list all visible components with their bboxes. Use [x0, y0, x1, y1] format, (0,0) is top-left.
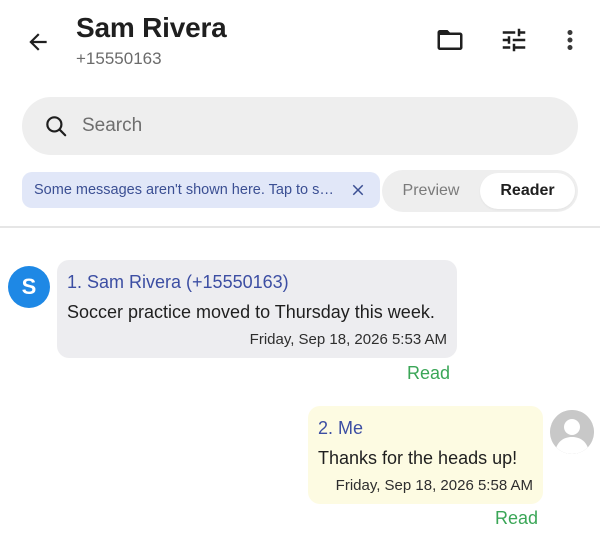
divider	[0, 226, 600, 228]
message-text: Soccer practice moved to Thursday this w…	[67, 302, 435, 322]
more-vert-icon	[567, 30, 573, 50]
contact-number: +15550163	[76, 49, 162, 68]
tab-reader[interactable]: Reader	[480, 173, 575, 209]
my-avatar[interactable]	[550, 410, 594, 454]
message-bubble-incoming[interactable]: 1. Sam Rivera (+15550163) Soccer practic…	[57, 260, 457, 358]
message-text: Thanks for the heads up!	[318, 448, 518, 468]
search-bar[interactable]	[22, 97, 578, 155]
message-timestamp: Friday, Sep 18, 2026 5:58 AM	[335, 477, 533, 494]
message-sender: 1. Sam Rivera (+15550163)	[67, 272, 289, 292]
banner-close-button[interactable]	[346, 178, 370, 202]
back-button[interactable]	[18, 22, 58, 62]
folder-icon	[437, 30, 463, 50]
avatar[interactable]: S	[8, 266, 50, 308]
contact-name: Sam Rivera	[76, 12, 227, 43]
close-icon	[352, 184, 364, 196]
folder-button[interactable]	[432, 22, 468, 58]
message-timestamp: Friday, Sep 18, 2026 5:53 AM	[249, 331, 447, 348]
search-input[interactable]	[82, 115, 522, 137]
banner-text: Some messages aren't shown here. Tap to …	[34, 182, 334, 198]
app-header: Sam Rivera +15550163	[0, 0, 600, 88]
more-options-button[interactable]	[552, 22, 588, 58]
filter-button[interactable]	[496, 22, 532, 58]
message-bubble-outgoing[interactable]: 2. Me Thanks for the heads up! Friday, S…	[308, 406, 543, 504]
search-icon	[42, 112, 70, 140]
tune-icon	[502, 28, 526, 52]
tab-preview[interactable]: Preview	[382, 170, 480, 212]
view-toggle: Preview Reader	[382, 170, 578, 212]
person-icon	[550, 410, 594, 454]
read-status: Read	[407, 363, 451, 383]
hidden-messages-banner[interactable]: Some messages aren't shown here. Tap to …	[22, 172, 380, 208]
arrow-back-icon	[29, 33, 47, 51]
message-sender: 2. Me	[318, 418, 364, 438]
read-status: Read	[495, 508, 539, 528]
